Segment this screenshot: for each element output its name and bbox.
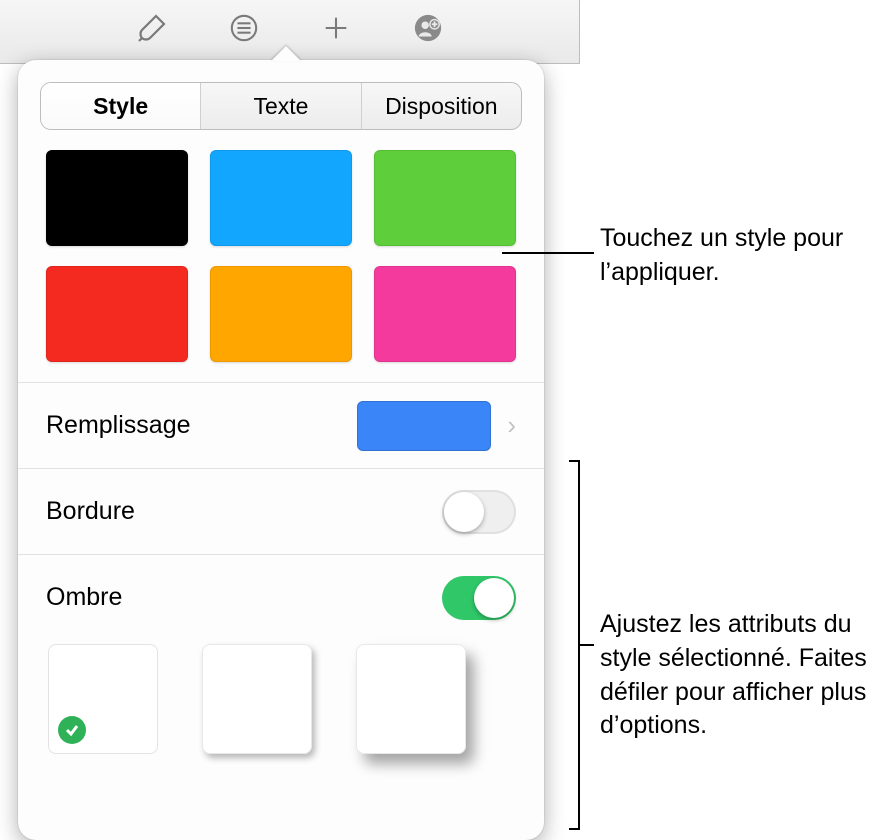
shadow-preset[interactable] [48, 644, 158, 754]
leader-line [578, 644, 594, 646]
style-preset[interactable] [46, 266, 188, 362]
style-preset[interactable] [46, 150, 188, 246]
fill-label: Remplissage [46, 411, 357, 440]
style-preset[interactable] [374, 266, 516, 362]
chevron-right-icon: › [507, 410, 516, 441]
tab-style[interactable]: Style [41, 83, 201, 129]
checkmark-icon [58, 716, 86, 744]
segmented-tabs: Style Texte Disposition [40, 82, 522, 130]
style-preset[interactable] [210, 150, 352, 246]
collaborate-icon[interactable] [411, 11, 445, 45]
fill-color-swatch[interactable] [357, 401, 491, 451]
style-preset[interactable] [210, 266, 352, 362]
border-label: Bordure [46, 497, 442, 526]
style-preset[interactable] [374, 150, 516, 246]
shadow-preset[interactable] [356, 644, 466, 754]
list-icon[interactable] [227, 11, 261, 45]
shadow-presets [18, 640, 544, 754]
popover-caret [271, 46, 301, 61]
leader-line [502, 252, 594, 254]
callout-apply-style: Touchez un style pour l’appliquer. [600, 222, 870, 290]
annotations: Touchez un style pour l’appliquer. Ajust… [540, 0, 880, 838]
shadow-label: Ombre [46, 583, 442, 612]
plus-icon[interactable] [319, 11, 353, 45]
paintbrush-icon[interactable] [135, 11, 169, 45]
shadow-row: Ombre [18, 554, 544, 640]
style-presets-grid [18, 148, 544, 382]
border-row: Bordure [18, 468, 544, 554]
border-toggle[interactable] [442, 490, 516, 534]
leader-line [569, 828, 579, 830]
tab-layout[interactable]: Disposition [362, 83, 521, 129]
shadow-preset[interactable] [202, 644, 312, 754]
format-popover: Style Texte Disposition Remplissage › Bo… [18, 60, 544, 840]
fill-row[interactable]: Remplissage › [18, 382, 544, 468]
tab-text[interactable]: Texte [201, 83, 361, 129]
leader-line [569, 460, 579, 462]
shadow-toggle[interactable] [442, 576, 516, 620]
callout-adjust-attributes: Ajustez les attributs du style sélection… [600, 608, 880, 743]
